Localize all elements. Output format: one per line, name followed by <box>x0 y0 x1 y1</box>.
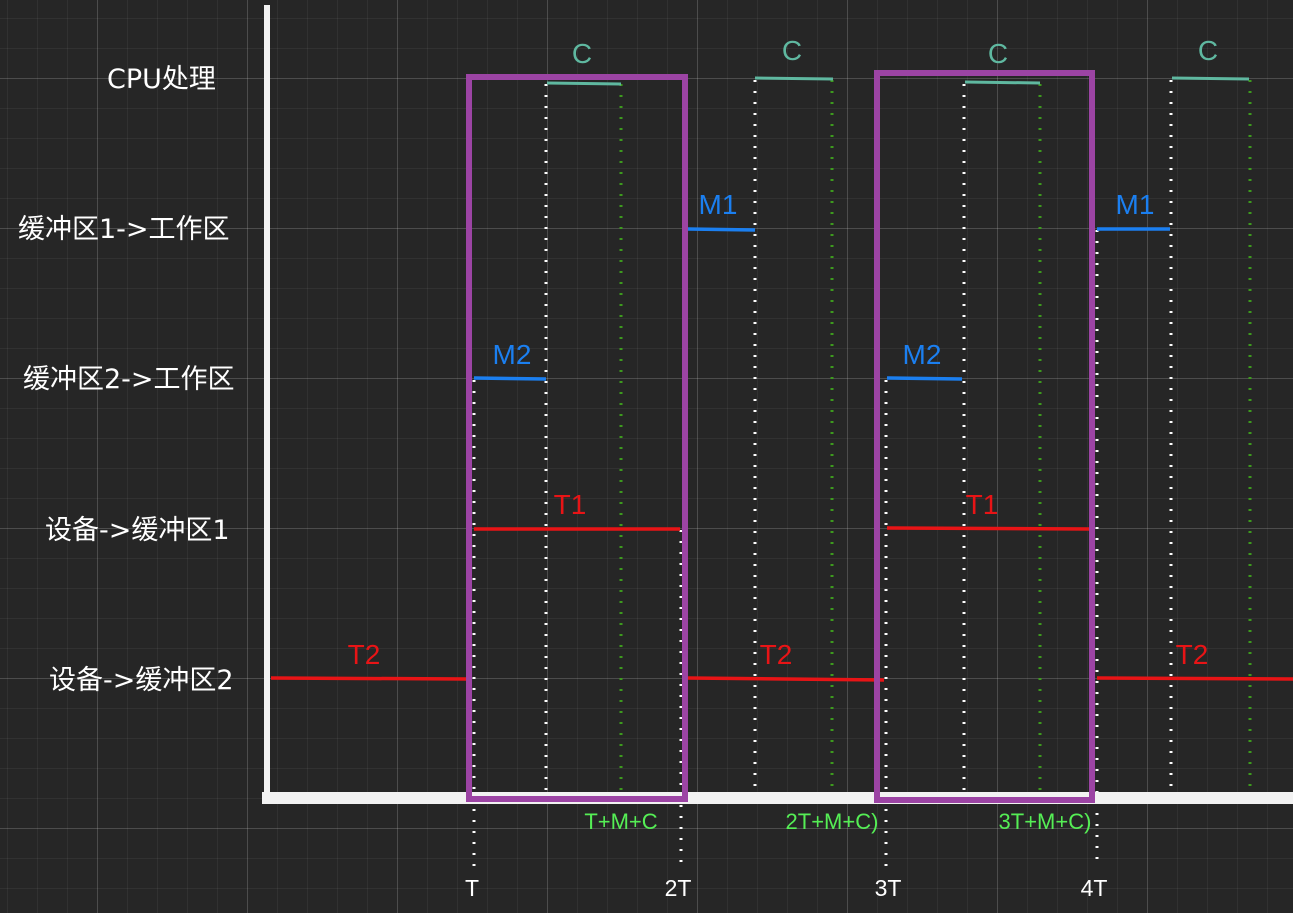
c-segment <box>964 80 1041 85</box>
move-segments <box>473 227 1170 381</box>
m1-segment <box>687 227 756 232</box>
t2-segment <box>687 676 885 682</box>
m1-label: M1 <box>1115 189 1155 220</box>
c-segment <box>754 76 834 81</box>
c-label: C <box>987 38 1009 69</box>
diagram-graphics <box>262 5 1293 868</box>
t2-label: T2 <box>347 639 381 670</box>
m2-segment <box>473 376 547 381</box>
m2-label: M2 <box>492 339 532 370</box>
t2-label: T2 <box>759 639 793 670</box>
c-label: C <box>781 35 803 66</box>
t1-label: T1 <box>553 489 587 520</box>
tick-label-4T: 4T <box>1080 875 1108 901</box>
t2-label: T2 <box>1175 639 1209 670</box>
highlight-box-2 <box>874 70 1095 803</box>
c-segment <box>1171 76 1250 81</box>
highlight-box-1 <box>466 74 688 802</box>
row-label-buf2-work: 缓冲区2->工作区 <box>23 364 235 395</box>
sum-label-3: 3T+M+C) <box>998 809 1092 834</box>
sum-label-2: 2T+M+C) <box>785 809 879 834</box>
tick-label-2T: 2T <box>664 875 692 901</box>
m2-segment <box>886 376 963 381</box>
t1-segment <box>886 526 1091 531</box>
green-guide-lines <box>619 80 1252 792</box>
c-segment <box>546 81 622 86</box>
white-guide-lines <box>472 80 1173 868</box>
timing-diagram: CPU处理 缓冲区1->工作区 缓冲区2->工作区 设备->缓冲区1 设备->缓… <box>0 0 1293 913</box>
row-label-dev-buf2: 设备->缓冲区2 <box>49 665 234 696</box>
row-label-buf1-work: 缓冲区1->工作区 <box>18 214 230 245</box>
row-label-dev-buf1: 设备->缓冲区1 <box>45 515 230 546</box>
t1-label: T1 <box>965 489 999 520</box>
m2-label: M2 <box>902 339 942 370</box>
tick-label-3T: 3T <box>874 875 902 901</box>
sum-label-1: T+M+C <box>584 809 658 834</box>
t2-segment <box>270 676 468 681</box>
row-label-cpu: CPU处理 <box>107 64 216 95</box>
tick-label-T: T <box>464 875 480 901</box>
m1-label: M1 <box>698 189 738 220</box>
c-label: C <box>1197 35 1219 66</box>
c-label: C <box>571 38 593 69</box>
t2-segment <box>1096 676 1293 681</box>
